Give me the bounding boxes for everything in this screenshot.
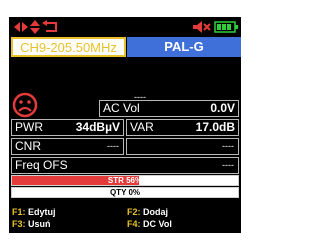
f3-key: F3: [12,219,26,229]
freq-ofs-label: Freq OFS [15,158,68,172]
channel-tab[interactable]: CH9-205.50MHz [11,37,126,57]
cnr-extra-value: ---- [222,141,234,151]
arrow-up-down-icon[interactable] [30,20,40,34]
pwr-value: 34dBµV [75,120,120,134]
freq-ofs-value: ---- [222,160,234,170]
freq-ofs-row: Freq OFS ---- [11,157,239,174]
f1-edit-key[interactable]: F1: Edytuj [12,207,56,218]
f1-key: F1: [12,207,26,217]
str-bar: STR 56% [11,175,239,186]
nav-icons [14,20,74,34]
f2-add-key[interactable]: F2: Dodaj [127,207,168,218]
cnr-label: CNR [15,139,41,153]
str-bar-label: STR 56% [107,176,143,185]
return-icon[interactable] [42,20,57,32]
meter-screen: CH9-205.50MHz PAL-G ---- AC Vol 0.0V PWR… [9,17,241,233]
cnr-extra-cell: ---- [126,138,239,155]
ac-vol-value: 0.0V [210,101,235,115]
qty-bar-label: QTY 0% [109,188,141,197]
pwr-label: PWR [15,120,43,134]
ac-vol-row: AC Vol 0.0V [99,100,239,117]
ac-vol-label: AC Vol [103,101,140,115]
battery-icon [214,21,238,33]
f2-label: Dodaj [143,207,169,217]
f4-dc-vol-key[interactable]: F4: DC Vol [127,219,172,230]
standard-tab[interactable]: PAL-G [127,37,241,57]
var-label: VAR [130,120,154,134]
f4-key: F4: [127,219,141,229]
f4-label: DC Vol [143,219,172,229]
cnr-cell: CNR ---- [11,138,124,155]
qty-bar: QTY 0% [11,187,239,198]
var-value: 17.0dB [195,120,235,134]
sad-face-icon [12,92,38,118]
arrow-left-right-icon[interactable] [14,22,28,32]
pwr-cell: PWR 34dBµV [11,119,124,136]
f3-delete-key[interactable]: F3: Usuń [12,219,51,230]
var-cell: VAR 17.0dB [126,119,239,136]
f2-key: F2: [127,207,141,217]
cnr-value: ---- [107,141,119,151]
speaker-muted-icon [193,21,211,33]
f1-label: Edytuj [28,207,56,217]
f3-label: Usuń [28,219,51,229]
status-icons [193,20,239,34]
